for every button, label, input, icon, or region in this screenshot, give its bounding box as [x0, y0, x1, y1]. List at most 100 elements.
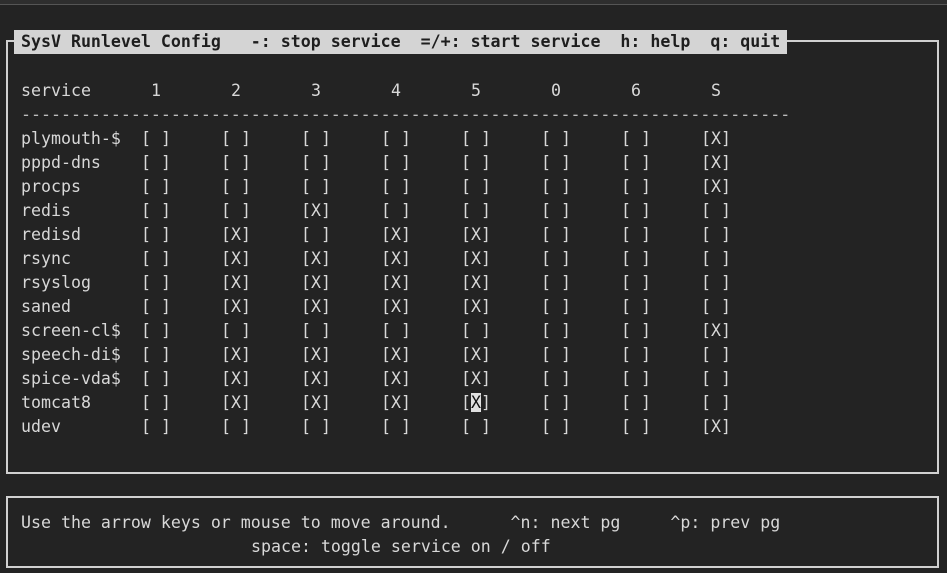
runlevel-checkbox-S[interactable]: [ ]	[701, 223, 731, 247]
runlevel-checkbox-1[interactable]: [ ]	[141, 223, 171, 247]
runlevel-checkbox-2[interactable]: [X]	[221, 367, 251, 391]
runlevel-checkbox-0[interactable]: [ ]	[541, 151, 571, 175]
runlevel-checkbox-0[interactable]: [ ]	[541, 247, 571, 271]
runlevel-checkbox-5[interactable]: [X]	[461, 295, 491, 319]
runlevel-checkbox-1[interactable]: [ ]	[141, 199, 171, 223]
runlevel-checkbox-4[interactable]: [ ]	[381, 175, 411, 199]
runlevel-checkbox-3[interactable]: [ ]	[301, 151, 331, 175]
runlevel-checkbox-0[interactable]: [ ]	[541, 175, 571, 199]
runlevel-checkbox-2[interactable]: [X]	[221, 295, 251, 319]
runlevel-checkbox-3[interactable]: [ ]	[301, 319, 331, 343]
runlevel-checkbox-6[interactable]: [ ]	[621, 223, 651, 247]
runlevel-checkbox-S[interactable]: [X]	[701, 127, 731, 151]
runlevel-checkbox-0[interactable]: [ ]	[541, 223, 571, 247]
runlevel-checkbox-2[interactable]: [ ]	[221, 175, 251, 199]
runlevel-checkbox-2[interactable]: [X]	[221, 271, 251, 295]
runlevel-checkbox-3[interactable]: [X]	[301, 343, 331, 367]
runlevel-checkbox-3[interactable]: [X]	[301, 367, 331, 391]
runlevel-checkbox-S[interactable]: [ ]	[701, 343, 731, 367]
runlevel-checkbox-4[interactable]: [ ]	[381, 127, 411, 151]
runlevel-checkbox-5[interactable]: [ ]	[461, 151, 491, 175]
runlevel-checkbox-0[interactable]: [ ]	[541, 319, 571, 343]
runlevel-checkbox-6[interactable]: [ ]	[621, 127, 651, 151]
runlevel-checkbox-S[interactable]: [ ]	[701, 367, 731, 391]
runlevel-checkbox-4[interactable]: [ ]	[381, 151, 411, 175]
runlevel-checkbox-2[interactable]: [X]	[221, 391, 251, 415]
runlevel-checkbox-2[interactable]: [X]	[221, 223, 251, 247]
runlevel-checkbox-5[interactable]: [ ]	[461, 175, 491, 199]
runlevel-checkbox-1[interactable]: [ ]	[141, 343, 171, 367]
runlevel-checkbox-4[interactable]: [X]	[381, 367, 411, 391]
runlevel-checkbox-1[interactable]: [ ]	[141, 295, 171, 319]
runlevel-checkbox-2[interactable]: [X]	[221, 343, 251, 367]
runlevel-checkbox-1[interactable]: [ ]	[141, 415, 171, 439]
runlevel-checkbox-0[interactable]: [ ]	[541, 199, 571, 223]
runlevel-checkbox-1[interactable]: [ ]	[141, 391, 171, 415]
runlevel-checkbox-5[interactable]: [X]	[461, 367, 491, 391]
runlevel-checkbox-4[interactable]: [ ]	[381, 319, 411, 343]
runlevel-checkbox-5[interactable]: [X]	[461, 391, 491, 415]
runlevel-checkbox-2[interactable]: [ ]	[221, 415, 251, 439]
runlevel-checkbox-5[interactable]: [ ]	[461, 127, 491, 151]
runlevel-checkbox-3[interactable]: [X]	[301, 295, 331, 319]
runlevel-checkbox-4[interactable]: [X]	[381, 295, 411, 319]
runlevel-checkbox-5[interactable]: [X]	[461, 271, 491, 295]
runlevel-checkbox-0[interactable]: [ ]	[541, 415, 571, 439]
runlevel-checkbox-6[interactable]: [ ]	[621, 247, 651, 271]
runlevel-checkbox-6[interactable]: [ ]	[621, 367, 651, 391]
runlevel-checkbox-5[interactable]: [X]	[461, 223, 491, 247]
runlevel-checkbox-1[interactable]: [ ]	[141, 127, 171, 151]
runlevel-checkbox-4[interactable]: [ ]	[381, 199, 411, 223]
runlevel-checkbox-5[interactable]: [X]	[461, 343, 491, 367]
runlevel-checkbox-2[interactable]: [ ]	[221, 127, 251, 151]
runlevel-checkbox-0[interactable]: [ ]	[541, 391, 571, 415]
runlevel-checkbox-3[interactable]: [ ]	[301, 127, 331, 151]
runlevel-checkbox-1[interactable]: [ ]	[141, 151, 171, 175]
runlevel-checkbox-0[interactable]: [ ]	[541, 271, 571, 295]
runlevel-checkbox-3[interactable]: [X]	[301, 391, 331, 415]
runlevel-checkbox-2[interactable]: [ ]	[221, 151, 251, 175]
runlevel-checkbox-1[interactable]: [ ]	[141, 271, 171, 295]
runlevel-checkbox-4[interactable]: [X]	[381, 271, 411, 295]
runlevel-checkbox-3[interactable]: [ ]	[301, 175, 331, 199]
runlevel-checkbox-5[interactable]: [ ]	[461, 415, 491, 439]
runlevel-checkbox-6[interactable]: [ ]	[621, 319, 651, 343]
runlevel-checkbox-S[interactable]: [X]	[701, 319, 731, 343]
runlevel-checkbox-0[interactable]: [ ]	[541, 295, 571, 319]
runlevel-checkbox-5[interactable]: [X]	[461, 247, 491, 271]
runlevel-checkbox-S[interactable]: [ ]	[701, 247, 731, 271]
runlevel-checkbox-0[interactable]: [ ]	[541, 367, 571, 391]
runlevel-checkbox-S[interactable]: [ ]	[701, 271, 731, 295]
runlevel-checkbox-5[interactable]: [ ]	[461, 319, 491, 343]
runlevel-checkbox-6[interactable]: [ ]	[621, 415, 651, 439]
runlevel-checkbox-S[interactable]: [X]	[701, 151, 731, 175]
runlevel-checkbox-S[interactable]: [X]	[701, 175, 731, 199]
runlevel-checkbox-4[interactable]: [X]	[381, 343, 411, 367]
runlevel-checkbox-S[interactable]: [ ]	[701, 295, 731, 319]
runlevel-checkbox-S[interactable]: [X]	[701, 415, 731, 439]
runlevel-checkbox-5[interactable]: [ ]	[461, 199, 491, 223]
runlevel-checkbox-3[interactable]: [X]	[301, 247, 331, 271]
runlevel-checkbox-3[interactable]: [X]	[301, 199, 331, 223]
runlevel-checkbox-1[interactable]: [ ]	[141, 319, 171, 343]
runlevel-checkbox-6[interactable]: [ ]	[621, 175, 651, 199]
runlevel-checkbox-4[interactable]: [X]	[381, 223, 411, 247]
runlevel-checkbox-3[interactable]: [ ]	[301, 223, 331, 247]
runlevel-checkbox-6[interactable]: [ ]	[621, 343, 651, 367]
runlevel-checkbox-6[interactable]: [ ]	[621, 151, 651, 175]
runlevel-checkbox-2[interactable]: [ ]	[221, 199, 251, 223]
runlevel-checkbox-1[interactable]: [ ]	[141, 175, 171, 199]
runlevel-checkbox-4[interactable]: [X]	[381, 247, 411, 271]
runlevel-checkbox-6[interactable]: [ ]	[621, 199, 651, 223]
runlevel-checkbox-1[interactable]: [ ]	[141, 367, 171, 391]
runlevel-checkbox-2[interactable]: [ ]	[221, 319, 251, 343]
runlevel-checkbox-0[interactable]: [ ]	[541, 343, 571, 367]
runlevel-checkbox-0[interactable]: [ ]	[541, 127, 571, 151]
runlevel-checkbox-3[interactable]: [ ]	[301, 415, 331, 439]
runlevel-checkbox-4[interactable]: [X]	[381, 391, 411, 415]
runlevel-checkbox-4[interactable]: [ ]	[381, 415, 411, 439]
runlevel-checkbox-S[interactable]: [ ]	[701, 199, 731, 223]
runlevel-checkbox-2[interactable]: [X]	[221, 247, 251, 271]
runlevel-checkbox-6[interactable]: [ ]	[621, 271, 651, 295]
runlevel-checkbox-1[interactable]: [ ]	[141, 247, 171, 271]
